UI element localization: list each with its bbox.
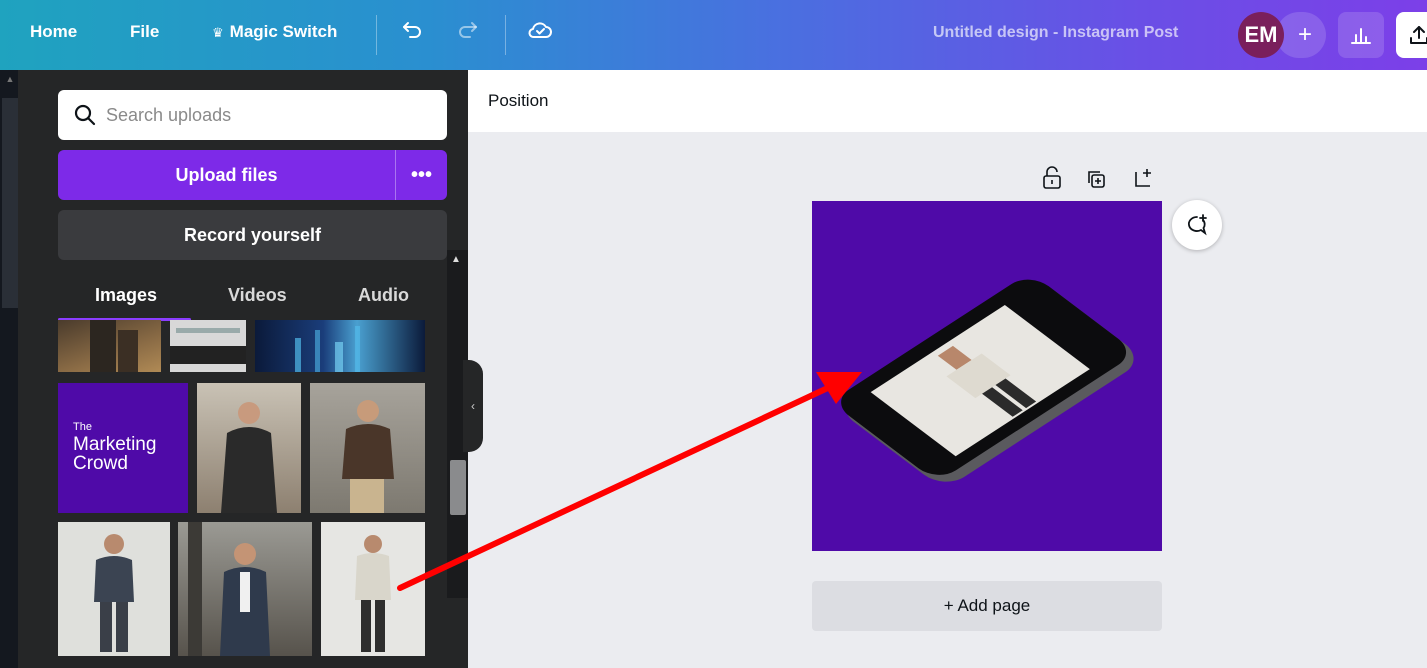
tab-images[interactable]: Images bbox=[95, 285, 157, 306]
topbar-divider bbox=[376, 15, 377, 55]
add-page-button[interactable]: + Add page bbox=[812, 581, 1162, 631]
home-menu[interactable]: Home bbox=[30, 22, 77, 42]
record-yourself-button[interactable]: Record yourself bbox=[58, 210, 447, 260]
upload-files-button[interactable]: Upload files bbox=[58, 150, 395, 200]
crown-icon: ♛ bbox=[212, 25, 224, 40]
add-page-icon[interactable] bbox=[1133, 166, 1155, 188]
upload-thumbnail[interactable] bbox=[310, 383, 425, 513]
share-button[interactable] bbox=[1396, 12, 1427, 58]
scroll-up-icon[interactable]: ▲ bbox=[451, 254, 461, 265]
upload-thumbnail[interactable] bbox=[178, 522, 312, 656]
scroll-up-icon[interactable]: ▲ bbox=[2, 74, 18, 90]
tab-videos[interactable]: Videos bbox=[228, 285, 287, 306]
phone-mockup[interactable] bbox=[812, 201, 1162, 551]
tab-audio[interactable]: Audio bbox=[358, 285, 409, 306]
upload-thumbnail[interactable] bbox=[255, 320, 425, 372]
marketing-tile-line1: The bbox=[73, 421, 92, 433]
upload-thumbnail[interactable] bbox=[197, 383, 301, 513]
magic-switch-label: Magic Switch bbox=[229, 22, 338, 41]
comment-add-icon bbox=[1188, 214, 1207, 236]
editor-area: Position + Add page bbox=[468, 70, 1427, 668]
file-menu[interactable]: File bbox=[130, 22, 159, 42]
lock-icon[interactable] bbox=[1041, 166, 1063, 190]
cloud-saved-icon[interactable] bbox=[527, 18, 553, 48]
upload-thumbnail[interactable] bbox=[58, 320, 161, 372]
avatar[interactable]: EM bbox=[1238, 12, 1284, 58]
side-rail-scrollbar[interactable] bbox=[2, 98, 18, 308]
duplicate-page-icon[interactable] bbox=[1085, 168, 1107, 190]
position-button[interactable]: Position bbox=[488, 91, 548, 111]
topbar-divider bbox=[505, 15, 506, 55]
upload-thumbnail[interactable] bbox=[58, 522, 170, 656]
side-rail: ▲ bbox=[0, 70, 18, 668]
magic-switch-button[interactable]: ♛ Magic Switch bbox=[212, 22, 337, 42]
scrollbar-thumb[interactable] bbox=[450, 460, 466, 515]
marketing-tile-line3: Crowd bbox=[73, 453, 128, 474]
bar-chart-icon bbox=[1351, 28, 1371, 44]
search-icon bbox=[74, 104, 96, 126]
undo-icon[interactable] bbox=[400, 18, 424, 48]
uploads-grid: The Marketing Crowd bbox=[58, 320, 447, 668]
uploads-panel: Upload files ••• Record yourself Images … bbox=[18, 70, 468, 668]
upload-files-group: Upload files ••• bbox=[58, 150, 447, 200]
insights-button[interactable] bbox=[1338, 12, 1384, 58]
media-tabs: Images Videos Audio bbox=[58, 275, 447, 321]
marketing-tile-line2: Marketing bbox=[73, 434, 157, 455]
canva-editor: Home File ♛ Magic Switch Untitled design … bbox=[0, 0, 1427, 668]
design-canvas[interactable] bbox=[812, 201, 1162, 551]
upload-thumbnail[interactable] bbox=[321, 522, 425, 656]
upload-icon bbox=[1410, 26, 1427, 44]
redo-icon[interactable] bbox=[456, 18, 480, 48]
search-box[interactable] bbox=[58, 90, 447, 140]
more-options-button[interactable]: ••• bbox=[396, 150, 447, 200]
search-input[interactable] bbox=[106, 104, 426, 126]
collapse-panel-button[interactable]: ‹ bbox=[463, 360, 483, 452]
chevron-left-icon: ‹ bbox=[471, 399, 475, 413]
marketing-crowd-thumbnail[interactable]: The Marketing Crowd bbox=[58, 383, 188, 513]
upload-thumbnail[interactable] bbox=[170, 320, 246, 372]
context-toolbar: Position bbox=[468, 70, 1427, 132]
top-bar: Home File ♛ Magic Switch Untitled design … bbox=[0, 0, 1427, 70]
add-comment-button[interactable] bbox=[1172, 200, 1222, 250]
design-title[interactable]: Untitled design - Instagram Post bbox=[933, 24, 1178, 42]
